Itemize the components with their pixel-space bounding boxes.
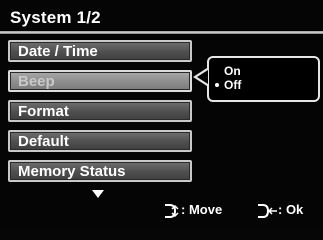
menu-item-default[interactable]: Default xyxy=(8,130,192,152)
option-on[interactable]: On xyxy=(224,64,241,78)
selected-bullet-icon xyxy=(215,83,219,87)
menu-item-date-time[interactable]: Date / Time xyxy=(8,40,192,62)
move-label: : Move xyxy=(181,202,223,217)
dpad-left-enter-icon xyxy=(258,203,277,218)
menu-item-label: Format xyxy=(18,103,69,120)
footer-hints: : Move : Ok xyxy=(0,196,323,222)
menu-item-label: Default xyxy=(18,133,69,150)
menu-item-format[interactable]: Format xyxy=(8,100,192,122)
dpad-up-down-icon xyxy=(165,203,179,218)
option-off[interactable]: Off xyxy=(224,78,241,92)
menu-item-label: Beep xyxy=(18,73,55,90)
menu-item-memory-status[interactable]: Memory Status xyxy=(8,160,192,182)
ok-hint: : Ok xyxy=(256,202,303,219)
menu-item-beep[interactable]: Beep xyxy=(8,70,192,92)
menu-item-label: Date / Time xyxy=(18,43,98,60)
title-divider xyxy=(0,31,323,34)
ok-label: : Ok xyxy=(278,202,304,217)
beep-options-popup: On Off xyxy=(207,56,320,102)
popup-pointer-inner xyxy=(197,70,208,84)
camera-menu-screen: System 1/2 Date / Time Beep Format Defau… xyxy=(0,0,323,226)
page-title: System 1/2 xyxy=(10,8,101,27)
move-hint: : Move xyxy=(163,202,222,219)
menu-item-label: Memory Status xyxy=(18,163,126,180)
